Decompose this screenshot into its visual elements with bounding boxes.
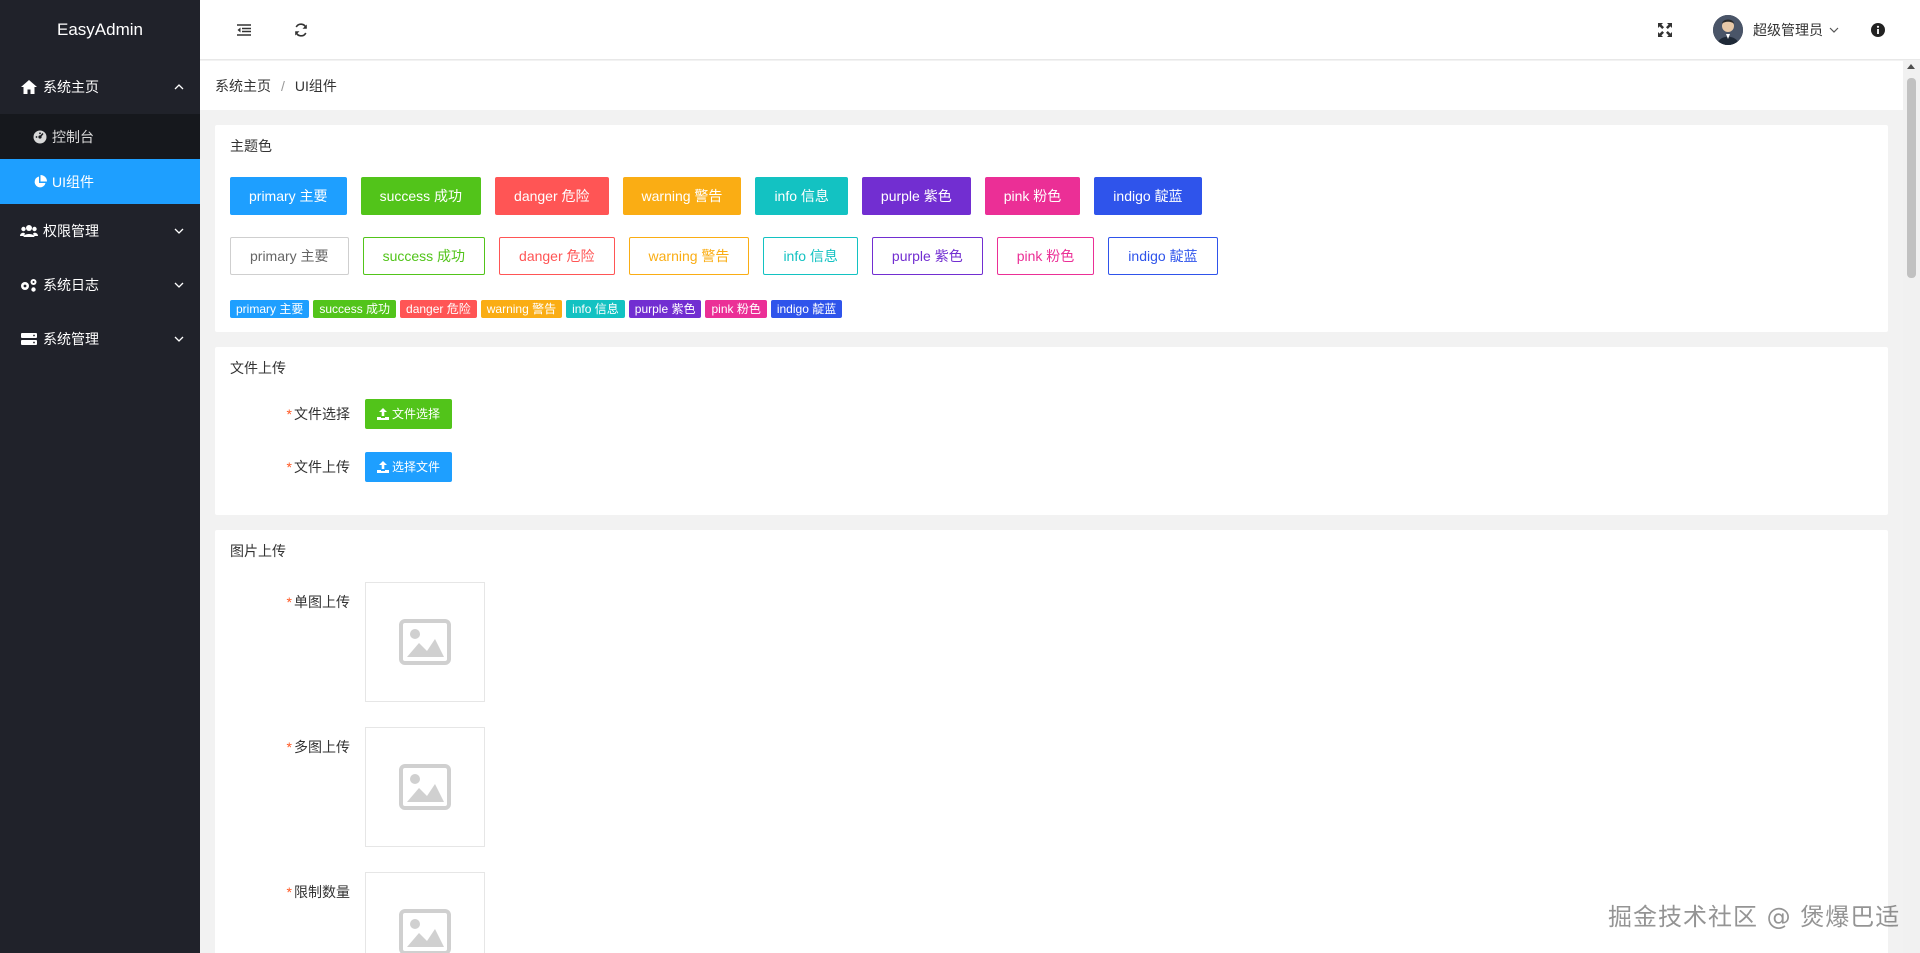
sidebar-group-label: 系统主页 bbox=[43, 79, 99, 95]
sidebar-submenu: 控制台 UI组件 bbox=[0, 114, 200, 204]
indigo-badge: indigo 靛蓝 bbox=[770, 300, 843, 318]
solid-button-row: primary 主要 success 成功 danger 危险 warning … bbox=[215, 177, 1888, 215]
chevron-down-icon bbox=[174, 336, 184, 342]
sidebar-item-label: 控制台 bbox=[52, 128, 94, 145]
badge-row: primary 主要 success 成功 danger 危险 warning … bbox=[215, 300, 1888, 318]
card-title: 文件上传 bbox=[230, 360, 286, 376]
file-select-button[interactable]: 文件选择 bbox=[365, 399, 453, 429]
info-outline-button[interactable]: info 信息 bbox=[763, 237, 858, 275]
pink-button[interactable]: pink 粉色 bbox=[984, 177, 1081, 215]
warning-badge: warning 警告 bbox=[480, 300, 563, 318]
indigo-outline-button[interactable]: indigo 靛蓝 bbox=[1108, 237, 1218, 275]
image-upload-card: 图片上传 * 单图上传 * 多图上传 * 限制数量 bbox=[215, 530, 1888, 953]
success-button[interactable]: success 成功 bbox=[360, 177, 482, 215]
chevron-down-icon bbox=[174, 228, 184, 234]
form-label: * 文件上传 bbox=[286, 459, 350, 475]
server-icon bbox=[20, 331, 38, 347]
danger-badge: danger 危险 bbox=[400, 300, 477, 318]
breadcrumb-separator: / bbox=[281, 77, 285, 94]
upload-icon bbox=[377, 408, 389, 420]
sidebar: EasyAdmin 系统主页 控制台 UI组件 权限管理 系统日志 系统管理 bbox=[0, 0, 200, 953]
sidebar-group-logs[interactable]: 系统日志 bbox=[0, 258, 200, 312]
page-scrollbar[interactable] bbox=[1903, 60, 1920, 953]
sidebar-group-system[interactable]: 系统管理 bbox=[0, 312, 200, 366]
pink-outline-button[interactable]: pink 粉色 bbox=[996, 237, 1095, 275]
scroll-thumb[interactable] bbox=[1907, 78, 1916, 278]
sidebar-group-label: 权限管理 bbox=[43, 223, 99, 239]
outline-button-row: primary 主要 success 成功 danger 危险 warning … bbox=[215, 237, 1888, 275]
dashboard-icon bbox=[32, 129, 48, 145]
choose-file-button[interactable]: 选择文件 bbox=[365, 452, 453, 482]
success-outline-button[interactable]: success 成功 bbox=[362, 237, 486, 275]
pink-badge: pink 粉色 bbox=[705, 300, 767, 318]
home-icon bbox=[20, 79, 38, 95]
theme-color-card: 主题色 primary 主要 success 成功 danger 危险 warn… bbox=[215, 125, 1888, 332]
form-label: * 限制数量 bbox=[286, 884, 350, 900]
sidebar-item-label: UI组件 bbox=[52, 173, 94, 190]
user-name: 超级管理员 bbox=[1753, 22, 1823, 38]
scroll-up-icon[interactable] bbox=[1907, 64, 1915, 69]
chevron-down-icon bbox=[1829, 27, 1839, 33]
sidebar-group-home[interactable]: 系统主页 bbox=[0, 60, 200, 114]
multi-image-row: * 多图上传 bbox=[215, 727, 1888, 847]
multi-image-upload[interactable] bbox=[365, 727, 485, 847]
chevron-down-icon bbox=[174, 282, 184, 288]
upload-icon bbox=[377, 461, 389, 473]
fullscreen-icon[interactable] bbox=[1655, 20, 1675, 40]
single-image-upload[interactable] bbox=[365, 582, 485, 702]
file-upload-card: 文件上传 * 文件选择 文件选择 * 文件上传 选择文件 bbox=[215, 347, 1888, 515]
sidebar-group-label: 系统日志 bbox=[43, 277, 99, 293]
purple-outline-button[interactable]: purple 紫色 bbox=[871, 237, 983, 275]
warning-button[interactable]: warning 警告 bbox=[622, 177, 742, 215]
limited-image-upload[interactable] bbox=[365, 872, 485, 953]
user-menu[interactable]: 超级管理员 bbox=[1713, 14, 1839, 46]
sidebar-item-dashboard[interactable]: 控制台 bbox=[0, 114, 200, 159]
image-placeholder-icon bbox=[399, 764, 451, 810]
chevron-up-icon bbox=[174, 84, 184, 90]
breadcrumb-home[interactable]: 系统主页 bbox=[215, 76, 271, 96]
main-content: 主题色 primary 主要 success 成功 danger 危险 warn… bbox=[200, 110, 1903, 953]
form-label: * 单图上传 bbox=[286, 594, 350, 610]
menu-collapse-icon[interactable] bbox=[234, 20, 254, 40]
danger-button[interactable]: danger 危险 bbox=[495, 177, 609, 215]
refresh-icon[interactable] bbox=[291, 20, 311, 40]
sidebar-group-permissions[interactable]: 权限管理 bbox=[0, 204, 200, 258]
success-badge: success 成功 bbox=[313, 300, 397, 318]
card-title: 图片上传 bbox=[230, 543, 286, 559]
primary-button[interactable]: primary 主要 bbox=[230, 177, 347, 215]
file-select-row: * 文件选择 文件选择 bbox=[215, 399, 1888, 429]
danger-outline-button[interactable]: danger 危险 bbox=[499, 237, 615, 275]
image-placeholder-icon bbox=[399, 909, 451, 953]
form-label: * 文件选择 bbox=[286, 406, 350, 422]
pie-chart-icon bbox=[32, 174, 48, 190]
gears-icon bbox=[20, 277, 38, 293]
single-image-row: * 单图上传 bbox=[215, 582, 1888, 702]
breadcrumb-current: UI组件 bbox=[294, 77, 337, 94]
sidebar-group-label: 系统管理 bbox=[43, 331, 99, 347]
app-logo[interactable]: EasyAdmin bbox=[0, 0, 200, 60]
primary-outline-button[interactable]: primary 主要 bbox=[230, 237, 349, 275]
info-icon[interactable] bbox=[1868, 20, 1888, 40]
file-upload-row: * 文件上传 选择文件 bbox=[215, 452, 1888, 482]
purple-button[interactable]: purple 紫色 bbox=[861, 177, 971, 215]
card-title: 主题色 bbox=[230, 138, 272, 154]
image-placeholder-icon bbox=[399, 619, 451, 665]
indigo-button[interactable]: indigo 靛蓝 bbox=[1094, 177, 1202, 215]
breadcrumb: 系统主页 / UI组件 bbox=[200, 61, 1903, 110]
primary-badge: primary 主要 bbox=[230, 300, 310, 318]
avatar bbox=[1713, 15, 1743, 45]
purple-badge: purple 紫色 bbox=[628, 300, 702, 318]
info-badge: info 信息 bbox=[566, 300, 625, 318]
warning-outline-button[interactable]: warning 警告 bbox=[628, 237, 750, 275]
watermark: 掘金技术社区 @ 煲爆巴适 bbox=[1608, 903, 1901, 931]
top-header: 超级管理员 bbox=[200, 0, 1920, 60]
sidebar-item-ui-components[interactable]: UI组件 bbox=[0, 159, 200, 204]
info-button[interactable]: info 信息 bbox=[755, 177, 848, 215]
users-icon bbox=[20, 223, 38, 239]
form-label: * 多图上传 bbox=[286, 739, 350, 755]
